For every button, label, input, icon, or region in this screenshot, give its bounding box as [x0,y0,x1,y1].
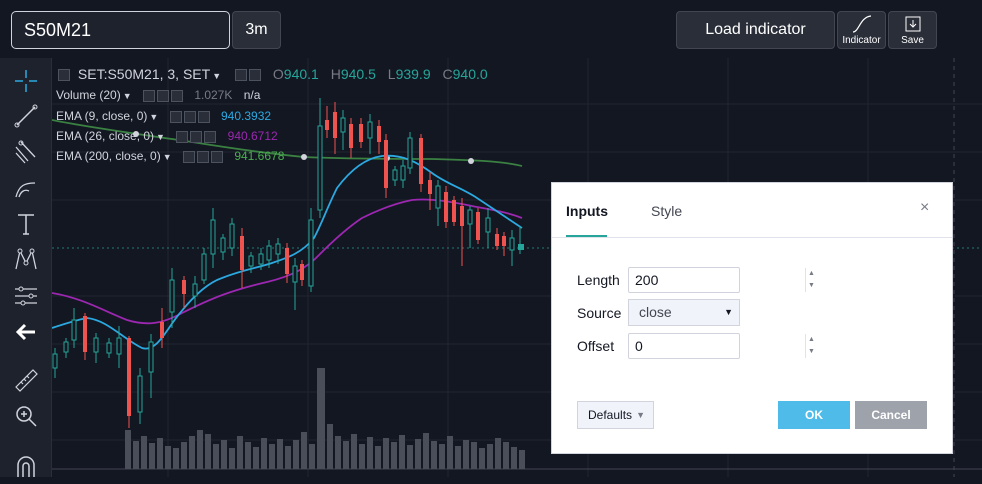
defaults-label: Defaults [588,408,633,422]
save-label: Save [901,35,924,46]
close-icon[interactable] [204,130,217,143]
step-down-icon[interactable]: ▼ [806,346,817,358]
study-name[interactable]: EMA (9, close, 0) [56,109,147,123]
gear-icon[interactable] [196,150,209,163]
source-value: close [639,304,672,320]
gear-icon[interactable] [183,110,196,123]
close-icon[interactable] [210,150,223,163]
study-name[interactable]: EMA (26, close, 0) [56,129,154,143]
collapse-legend-button[interactable] [58,69,70,82]
settings-toggle[interactable] [249,69,261,82]
save-icon [905,16,920,32]
study-ema-26: EMA (26, close, 0) ▼ 940.6712 [56,129,278,143]
offset-label: Offset [577,338,615,354]
back-arrow-icon[interactable] [13,319,39,345]
interval-button[interactable]: 3m [232,11,281,49]
chart-legend-header: SET:S50M21, 3, SET ▼ O940.1 H940.5 L939.9… [56,66,488,82]
close-icon[interactable] [170,89,183,102]
chevron-down-icon: ▼ [724,307,733,317]
source-select[interactable]: close ▼ [628,299,740,326]
gear-icon[interactable] [190,130,203,143]
tabs-divider [552,237,952,238]
symbol-title[interactable]: SET:S50M21, 3, SET [78,66,210,82]
zoom-in-icon[interactable] [13,403,39,429]
tab-style[interactable]: Style [651,203,682,219]
crosshair-icon[interactable] [13,68,39,94]
eye-icon[interactable] [142,89,155,102]
study-ema-200: EMA (200, close, 0) ▼ 941.6678 [56,149,284,163]
indicator-button[interactable]: Indicator [837,11,886,49]
length-value: 200 [635,272,659,288]
step-down-icon[interactable]: ▼ [806,280,817,292]
close-label: C [442,66,453,82]
low-value: 939.9 [395,66,431,82]
source-label: Source [577,305,622,321]
eye-icon[interactable] [169,110,182,123]
study-caret-icon[interactable]: ▼ [123,91,132,101]
tab-inputs[interactable]: Inputs [566,203,608,219]
close-icon[interactable]: × [920,199,929,217]
eye-icon[interactable] [182,150,195,163]
study-value: 940.3932 [220,109,272,123]
magnet-icon[interactable] [13,453,39,479]
pattern-icon[interactable] [13,247,39,273]
low-label: L [387,66,396,82]
high-value: 940.5 [340,66,376,82]
visibility-toggle[interactable] [235,69,247,82]
study-value: 1.027K [194,88,233,102]
load-indicator-button[interactable]: Load indicator [676,11,835,49]
open-label: O [272,66,284,82]
high-label: H [330,66,341,82]
study-volume: Volume (20) ▼ 1.027K n/a [56,88,260,102]
indicator-label: Indicator [842,35,881,46]
text-icon[interactable] [13,211,39,237]
indicator-icon [852,15,871,33]
open-value: 940.1 [283,66,319,82]
study-ema-9: EMA (9, close, 0) ▼ 940.3932 [56,109,271,123]
eye-icon[interactable] [176,130,189,143]
save-button[interactable]: Save [888,11,937,49]
step-up-icon[interactable]: ▲ [806,334,817,346]
symbol-input[interactable]: S50M21 [11,11,230,49]
defaults-button[interactable]: Defaults ▼ [577,401,654,429]
study-caret-icon[interactable]: ▼ [163,152,172,162]
length-label: Length [577,272,620,288]
drawing-toolbar [0,58,52,477]
gear-icon[interactable] [156,89,169,102]
trend-line-icon[interactable] [13,103,39,129]
study-value: 940.6712 [227,129,278,143]
close-icon[interactable] [197,110,210,123]
offset-input[interactable]: 0 ▲ ▼ [628,333,815,359]
brush-icon[interactable] [13,175,39,201]
ruler-icon[interactable] [13,367,39,393]
fib-icon[interactable] [13,139,39,165]
cancel-button[interactable]: Cancel [855,401,927,429]
close-value: 940.0 [452,66,488,82]
study-name[interactable]: Volume (20) [56,88,121,102]
study-value: 941.6678 [234,149,285,163]
offset-stepper[interactable]: ▲ ▼ [805,334,817,358]
step-up-icon[interactable]: ▲ [806,268,817,280]
study-extra: n/a [243,88,261,102]
measure-icon[interactable] [13,283,39,309]
indicator-settings-dialog: Inputs Style × Length 200 ▲ ▼ Source clos… [551,182,953,454]
study-name[interactable]: EMA (200, close, 0) [56,149,161,163]
length-stepper[interactable]: ▲ ▼ [805,268,817,292]
study-caret-icon[interactable]: ▼ [156,132,165,142]
top-toolbar: S50M21 3m Load indicator Indicator Save [0,0,982,58]
chevron-down-icon: ▼ [636,410,645,420]
study-caret-icon[interactable]: ▼ [149,112,158,122]
offset-value: 0 [635,338,643,354]
ok-button[interactable]: OK [778,401,850,429]
symbol-caret-icon[interactable]: ▼ [212,71,221,81]
length-input[interactable]: 200 ▲ ▼ [628,267,815,293]
